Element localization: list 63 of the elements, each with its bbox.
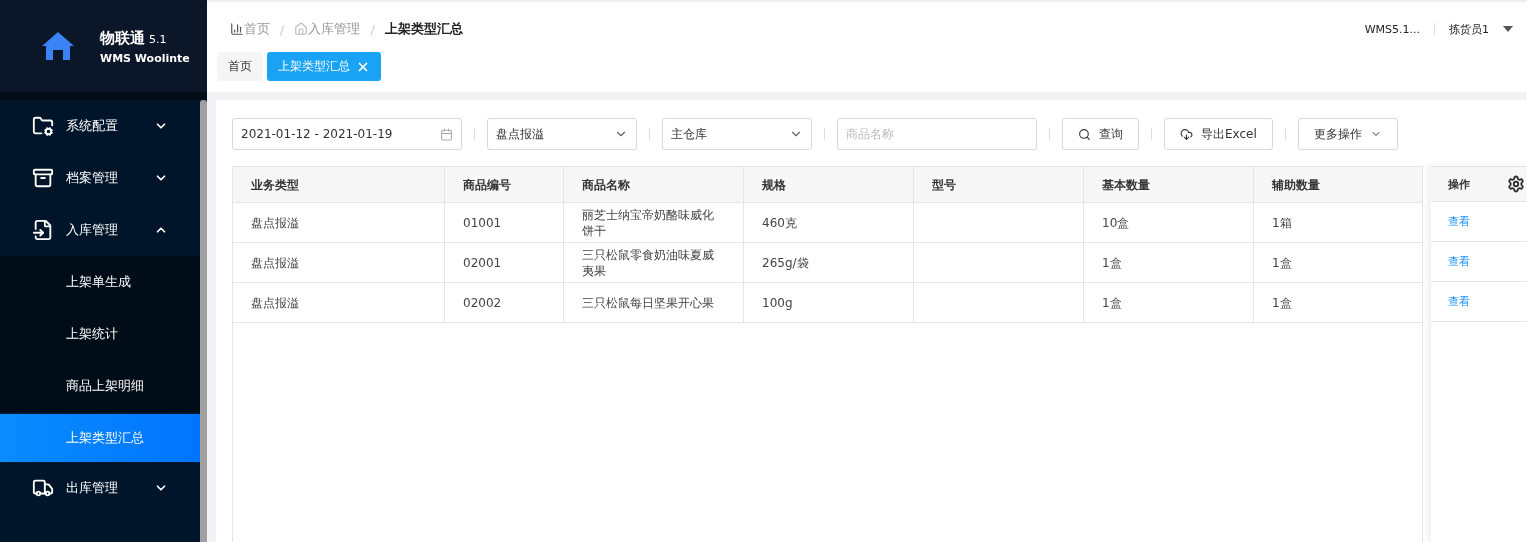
- more-actions-button[interactable]: 更多操作: [1297, 118, 1398, 150]
- scrollbar[interactable]: [200, 100, 207, 542]
- type-select[interactable]: 盘点报溢: [487, 118, 637, 150]
- menu-item[interactable]: 系统配置: [0, 100, 200, 152]
- menu-icon: [32, 167, 54, 189]
- menu-item[interactable]: 档案管理: [0, 152, 200, 204]
- menu-icon: [32, 477, 54, 499]
- date-range-field[interactable]: 2021-01-12 - 2021-01-19: [232, 118, 462, 150]
- table-cell: 02002: [445, 283, 564, 322]
- search-button[interactable]: 查询: [1062, 118, 1139, 150]
- column-header: 商品编号: [445, 167, 564, 202]
- submenu-item[interactable]: 商品上架明细: [0, 360, 200, 412]
- table-cell: 1盒: [1084, 283, 1254, 322]
- table-cell-text: 1箱: [1271, 214, 1293, 232]
- table-cell: 盘点报溢: [233, 283, 445, 322]
- house-icon: [294, 22, 309, 36]
- table-cell: 盘点报溢: [233, 243, 445, 282]
- calendar-icon: [440, 127, 453, 141]
- menu-icon: [32, 219, 54, 241]
- product-name-field[interactable]: 商品名称: [837, 118, 1037, 150]
- table-cell: 265g/袋: [744, 243, 914, 282]
- column-header: 业务类型: [233, 167, 445, 202]
- submenu-item[interactable]: 上架单生成: [0, 256, 200, 308]
- table-cell: 460克: [744, 203, 914, 242]
- export-button[interactable]: 导出Excel: [1164, 118, 1273, 150]
- column-header: 商品名称: [564, 167, 744, 202]
- app-version: 5.1: [149, 32, 167, 46]
- menu-item[interactable]: 出库管理: [0, 462, 200, 514]
- submenu-item[interactable]: 上架类型汇总: [0, 414, 200, 462]
- table-cell: 1盒: [1084, 243, 1254, 282]
- table-cell: 10盒: [1084, 203, 1254, 242]
- breadcrumb-separator: /: [370, 21, 375, 37]
- cloud-download-icon: [1180, 127, 1193, 141]
- breadcrumb-separator: /: [280, 21, 285, 37]
- menu-item[interactable]: 入库管理: [0, 204, 200, 256]
- menu-icon: [32, 115, 54, 137]
- house-logo-icon: [40, 30, 76, 62]
- table-cell: 丽芝士纳宝帝奶酪味威化饼干: [564, 203, 744, 242]
- column-header: 型号: [914, 167, 1084, 202]
- table-cell: 三只松鼠每日坚果开心果: [564, 283, 744, 322]
- column-header: 辅助数量: [1270, 176, 1321, 194]
- user-name[interactable]: 拣货员1: [1449, 21, 1489, 37]
- column-header: 规格: [744, 167, 914, 202]
- column-header: 基本数量: [1084, 167, 1254, 202]
- settings-icon[interactable]: [1507, 175, 1525, 193]
- table-cell-text: 1盒: [1271, 254, 1293, 272]
- version-label: WMS5.1...: [1364, 22, 1420, 36]
- app-name: 物联通: [100, 28, 145, 47]
- breadcrumb-item: 上架类型汇总: [384, 20, 463, 38]
- column-header: 操作: [1448, 176, 1470, 192]
- chart-icon: [230, 22, 244, 36]
- table-cell-text: 1盒: [1271, 294, 1293, 312]
- warehouse-select[interactable]: 主仓库: [662, 118, 812, 150]
- submenu-item[interactable]: 上架统计: [0, 308, 200, 360]
- table-cell: 02001: [445, 243, 564, 282]
- caret-down-icon[interactable]: [1503, 26, 1513, 32]
- table-cell: 100g: [744, 283, 914, 322]
- search-icon: [1078, 127, 1091, 141]
- table-cell: 01001: [445, 203, 564, 242]
- app-subtitle: WMS Woolinte: [100, 51, 190, 65]
- table-cell: 盘点报溢: [233, 203, 445, 242]
- page-tab[interactable]: 首页: [217, 52, 263, 81]
- table-cell: 三只松鼠零食奶油味夏威夷果: [564, 243, 744, 282]
